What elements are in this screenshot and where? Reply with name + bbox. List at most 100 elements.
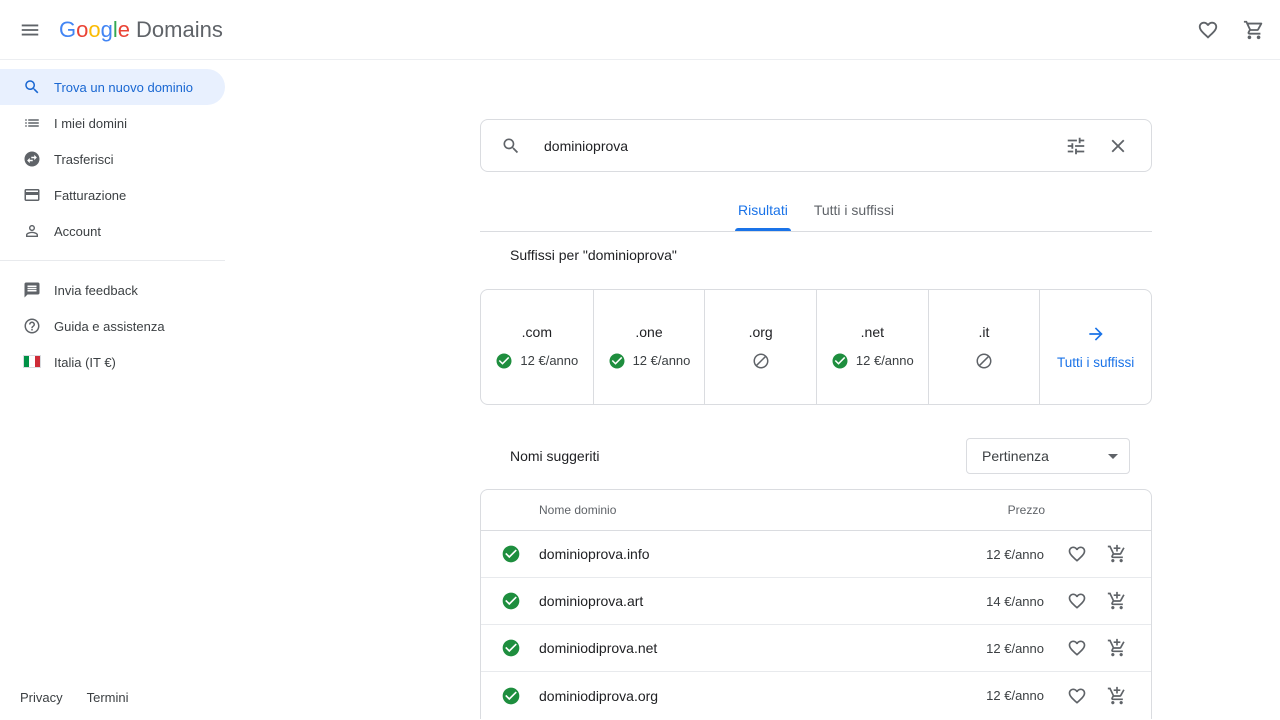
sidebar-item-label: Italia (IT €) [54, 355, 116, 370]
suffix-section-title: Suffissi per "dominioprova" [510, 245, 1152, 265]
sidebar-item-label: Trova un nuovo dominio [54, 80, 193, 95]
sidebar-item-help[interactable]: Guida e assistenza [0, 308, 225, 344]
suggestions-table: Nome dominio Prezzo dominioprova.info 12… [480, 489, 1152, 719]
arrow-right-icon [1086, 324, 1106, 344]
suffix-card-it[interactable]: .it [928, 290, 1040, 404]
heart-icon [1067, 544, 1087, 564]
sidebar-item-account[interactable]: Account [0, 213, 225, 249]
hamburger-menu-icon [19, 19, 41, 41]
suffix-tld: .one [635, 324, 662, 340]
sidebar-item-find-new-domain[interactable]: Trova un nuovo dominio [0, 69, 225, 105]
suffix-card-net[interactable]: .net 12 €/anno [816, 290, 928, 404]
search-icon [23, 78, 41, 96]
credit-card-icon [23, 186, 41, 204]
add-cart-icon [1107, 544, 1127, 564]
terms-link[interactable]: Termini [87, 690, 129, 705]
column-header-domain: Nome dominio [539, 503, 1008, 517]
domain-price: 12 €/anno [986, 641, 1044, 656]
domain-search-input[interactable] [544, 138, 1063, 154]
table-row[interactable]: dominiodiprova.org 12 €/anno [481, 672, 1151, 719]
transfer-icon [23, 150, 41, 168]
add-to-cart-button[interactable] [1105, 589, 1129, 613]
suffix-card-grid: .com 12 €/anno .one 12 €/anno .org .net … [480, 289, 1152, 405]
favorite-button[interactable] [1065, 636, 1089, 660]
suffix-tld: .it [979, 324, 990, 340]
table-row[interactable]: dominioprova.info 12 €/anno [481, 531, 1151, 578]
sidebar-item-transfer[interactable]: Trasferisci [0, 141, 225, 177]
suffix-price: 12 €/anno [520, 353, 578, 368]
add-to-cart-button[interactable] [1105, 636, 1129, 660]
heart-icon [1197, 19, 1219, 41]
suffix-price: 12 €/anno [856, 353, 914, 368]
all-suffixes-card[interactable]: Tutti i suffissi [1039, 290, 1151, 404]
favorites-button[interactable] [1188, 10, 1228, 50]
sidebar-item-billing[interactable]: Fatturazione [0, 177, 225, 213]
clear-search-button[interactable] [1105, 133, 1131, 159]
sidebar-item-my-domains[interactable]: I miei domini [0, 105, 225, 141]
sidebar-item-label: Fatturazione [54, 188, 126, 203]
sidebar-footer: Privacy Termini [20, 690, 129, 705]
table-row[interactable]: dominioprova.art 14 €/anno [481, 578, 1151, 625]
sidebar-item-label: Invia feedback [54, 283, 138, 298]
domain-price: 14 €/anno [986, 594, 1044, 609]
privacy-link[interactable]: Privacy [20, 690, 63, 705]
check-circle-icon [831, 352, 849, 370]
suffix-tld: .org [749, 324, 773, 340]
add-to-cart-button[interactable] [1105, 542, 1129, 566]
cart-button[interactable] [1234, 10, 1274, 50]
sidebar-item-label: I miei domini [54, 116, 127, 131]
favorite-button[interactable] [1065, 684, 1089, 708]
suffix-tld: .com [522, 324, 552, 340]
sort-dropdown[interactable]: Pertinenza [966, 438, 1130, 474]
results-tabs: Risultati Tutti i suffissi [480, 188, 1152, 232]
sidebar-item-label: Guida e assistenza [54, 319, 165, 334]
sort-dropdown-value: Pertinenza [982, 448, 1049, 464]
check-circle-icon [495, 352, 513, 370]
domain-name: dominiodiprova.org [539, 688, 986, 704]
add-cart-icon [1107, 686, 1127, 706]
sidebar-item-locale[interactable]: Italia (IT €) [0, 344, 225, 380]
heart-icon [1067, 638, 1087, 658]
tune-filter-icon [1065, 135, 1087, 157]
add-cart-icon [1107, 591, 1127, 611]
add-to-cart-button[interactable] [1105, 684, 1129, 708]
sidebar-item-send-feedback[interactable]: Invia feedback [0, 272, 225, 308]
table-row[interactable]: dominiodiprova.net 12 €/anno [481, 625, 1151, 672]
tab-all-suffixes[interactable]: Tutti i suffissi [801, 188, 907, 231]
suffix-price: 12 €/anno [633, 353, 691, 368]
check-circle-icon [501, 686, 521, 706]
domain-search-box [480, 119, 1152, 172]
blocked-circle-icon [975, 352, 993, 370]
filter-button[interactable] [1063, 133, 1089, 159]
sidebar-divider [0, 260, 225, 261]
google-domains-logo[interactable]: Google Domains [59, 17, 223, 43]
sidebar: Trova un nuovo dominio I miei domini Tra… [0, 60, 225, 720]
search-icon [501, 136, 521, 156]
suffix-card-one[interactable]: .one 12 €/anno [593, 290, 705, 404]
domain-name: dominioprova.info [539, 546, 986, 562]
suffix-tld: .net [861, 324, 884, 340]
suggestions-title: Nomi suggeriti [510, 448, 599, 464]
suffix-card-org[interactable]: .org [704, 290, 816, 404]
tab-results[interactable]: Risultati [725, 188, 801, 231]
check-circle-icon [501, 591, 521, 611]
tab-label: Tutti i suffissi [814, 202, 894, 218]
sidebar-item-label: Account [54, 224, 101, 239]
favorite-button[interactable] [1065, 542, 1089, 566]
top-bar: Google Domains [0, 0, 1280, 60]
domain-name: dominiodiprova.net [539, 640, 986, 656]
italy-flag-icon [23, 353, 41, 371]
chevron-down-icon [1101, 444, 1125, 468]
close-icon [1107, 135, 1129, 157]
suffix-card-com[interactable]: .com 12 €/anno [481, 290, 593, 404]
check-circle-icon [501, 544, 521, 564]
favorite-button[interactable] [1065, 589, 1089, 613]
all-suffixes-label: Tutti i suffissi [1057, 355, 1134, 370]
cart-icon [1243, 19, 1265, 41]
help-icon [23, 317, 41, 335]
add-cart-icon [1107, 638, 1127, 658]
hamburger-menu-button[interactable] [10, 10, 50, 50]
table-header-row: Nome dominio Prezzo [481, 490, 1151, 531]
heart-icon [1067, 686, 1087, 706]
logo-word-domains: Domains [136, 17, 223, 43]
